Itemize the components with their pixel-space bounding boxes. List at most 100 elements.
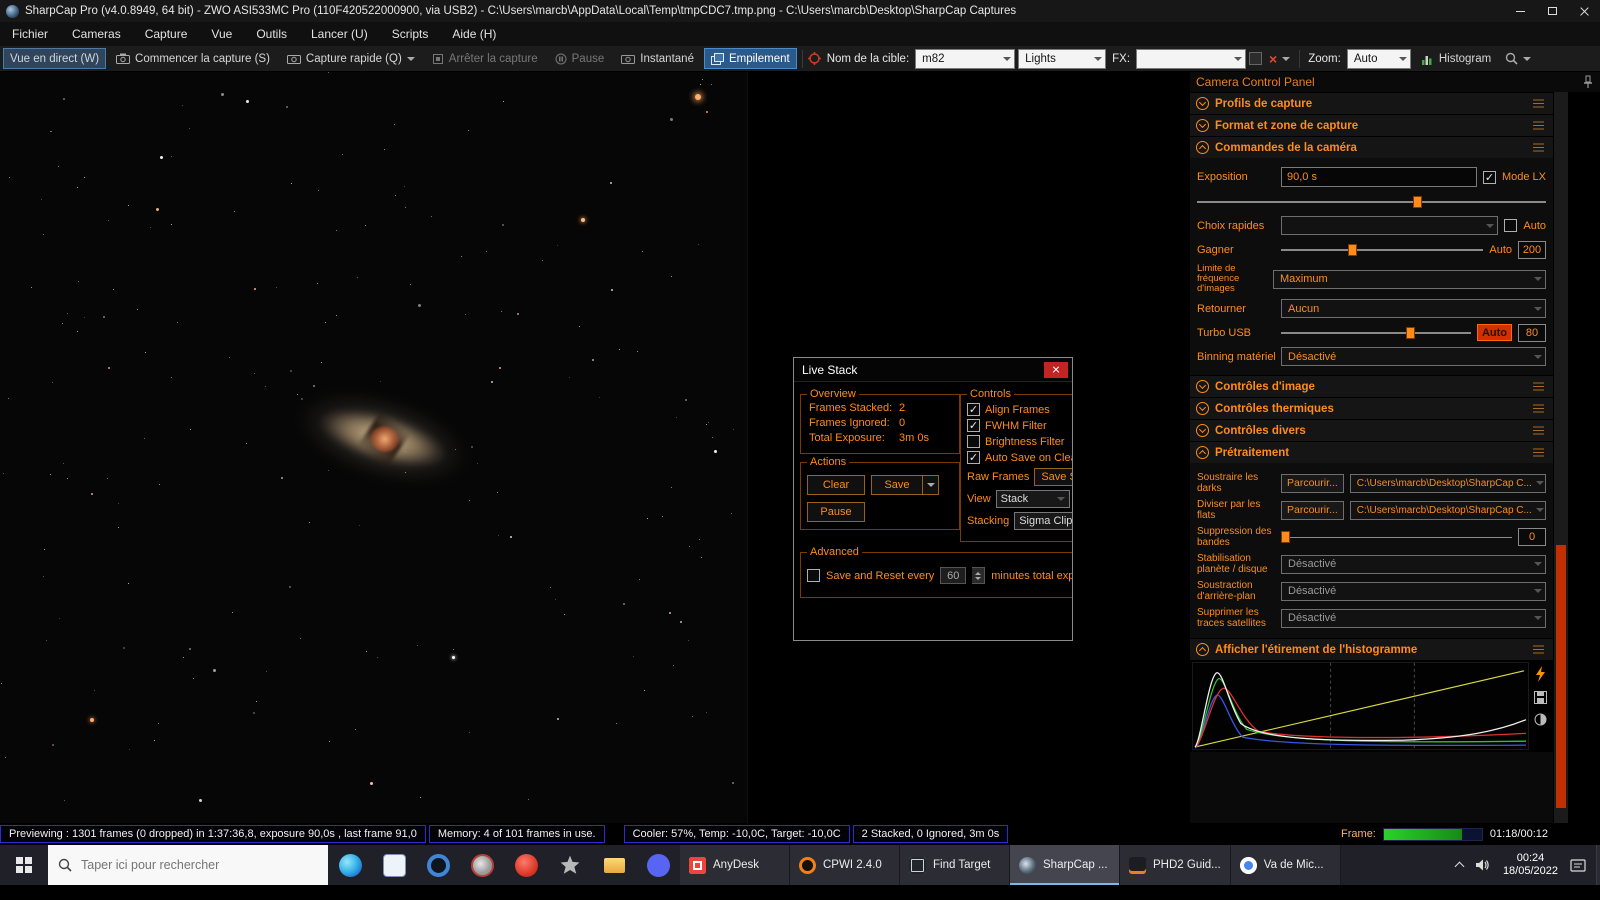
minutes-spinner[interactable]	[972, 567, 986, 584]
usb-auto-button[interactable]: Auto	[1476, 324, 1512, 341]
taskbar-clock[interactable]: 00:24 18/05/2022	[1503, 852, 1558, 878]
clear-button[interactable]: Clear	[807, 475, 865, 495]
exposure-input[interactable]: 90,0 s	[1281, 167, 1477, 187]
auto-stretch-icon[interactable]	[1535, 666, 1546, 682]
minimize-button[interactable]	[1504, 0, 1536, 22]
taskbar-app-edge[interactable]	[328, 845, 372, 885]
menu-icon[interactable]	[1533, 385, 1544, 388]
auto-save-checkbox[interactable]: ✓	[967, 451, 980, 464]
action-center-icon[interactable]	[1570, 858, 1586, 873]
stabilization-dropdown[interactable]: Désactivé	[1281, 554, 1546, 574]
binning-dropdown[interactable]: Désactivé	[1281, 347, 1546, 366]
selection-icon[interactable]	[1249, 52, 1263, 65]
lx-mode-checkbox[interactable]: ✓	[1482, 170, 1496, 184]
menu-icon[interactable]	[1533, 407, 1544, 410]
fx-combo[interactable]	[1136, 48, 1247, 69]
live-stack-titlebar[interactable]: Live Stack	[794, 358, 1072, 382]
dialog-close-button[interactable]	[1044, 361, 1068, 378]
taskbar-app-explorer[interactable]	[592, 845, 636, 885]
start-button[interactable]	[0, 845, 48, 885]
menu-fichier[interactable]: Fichier	[0, 22, 60, 46]
stacking-dropdown[interactable]: Sigma Clipp	[1014, 512, 1072, 530]
zoom-combo[interactable]: Auto	[1346, 48, 1411, 69]
satellite-trails-dropdown[interactable]: Désactivé	[1281, 608, 1546, 628]
save-options-caret[interactable]	[923, 475, 939, 495]
panel-scrollbar[interactable]	[1553, 92, 1568, 823]
pin-icon[interactable]	[1582, 75, 1594, 89]
fps-limit-dropdown[interactable]: Maximum	[1273, 269, 1546, 289]
taskbar-app-phd2[interactable]: PHD2 Guid...	[1120, 845, 1231, 885]
darks-path-dropdown[interactable]: C:\Users\marcb\Desktop\SharpCap C...	[1349, 473, 1546, 493]
save-raw-frames-button[interactable]: Save St	[1034, 468, 1072, 486]
target-name-combo[interactable]: m82	[915, 48, 1016, 69]
section-controles-divers[interactable]: Contrôles divers	[1190, 419, 1553, 441]
frame-type-combo[interactable]: Lights	[1018, 48, 1107, 69]
slider-thumb[interactable]	[1347, 243, 1357, 256]
banding-value[interactable]: 0	[1518, 528, 1546, 546]
live-view-button[interactable]: Vue en direct (W)	[3, 48, 107, 69]
menu-outils[interactable]: Outils	[244, 22, 299, 46]
histogram-button[interactable]: Histogram	[1414, 48, 1498, 69]
fwhm-filter-checkbox[interactable]: ✓	[967, 419, 980, 432]
pause-stack-button[interactable]: Pause	[807, 502, 865, 522]
gain-value[interactable]: 200	[1518, 240, 1546, 259]
taskbar-app-6[interactable]	[548, 845, 592, 885]
image-preview-area[interactable]: Live Stack Overview Frames Stacked: 2 Fra…	[0, 72, 1190, 823]
taskbar-search[interactable]	[48, 845, 328, 885]
exposure-slider[interactable]	[1197, 195, 1546, 209]
menu-icon[interactable]	[1533, 429, 1544, 432]
menu-capture[interactable]: Capture	[133, 22, 200, 46]
section-commandes-camera[interactable]: Commandes de la caméra	[1190, 136, 1553, 158]
save-button[interactable]: Save	[871, 475, 923, 495]
darks-browse-button[interactable]: Parcourir...	[1281, 473, 1344, 493]
section-format-zone[interactable]: Format et zone de capture	[1190, 114, 1553, 136]
section-controles-image[interactable]: Contrôles d'image	[1190, 375, 1553, 397]
flip-dropdown[interactable]: Aucun	[1281, 299, 1546, 318]
live-stack-button[interactable]: Empilement	[703, 48, 797, 69]
gain-slider[interactable]	[1281, 243, 1484, 257]
align-frames-checkbox[interactable]: ✓	[967, 403, 980, 416]
usb-slider[interactable]	[1281, 326, 1471, 340]
menu-lancer[interactable]: Lancer (U)	[299, 22, 380, 46]
taskbar-app-sharpcap[interactable]: SharpCap ...	[1010, 845, 1120, 885]
chevron-down-icon[interactable]	[406, 56, 415, 61]
minutes-input[interactable]	[940, 567, 967, 584]
section-pretraitement[interactable]: Prétraitement	[1190, 441, 1553, 463]
save-reset-checkbox[interactable]	[807, 569, 820, 582]
taskbar-app-discord[interactable]	[636, 845, 680, 885]
taskbar-app-5[interactable]	[504, 845, 548, 885]
menu-aide[interactable]: Aide (H)	[440, 22, 508, 46]
slider-thumb[interactable]	[1413, 195, 1423, 208]
menu-icon[interactable]	[1533, 648, 1544, 651]
clear-fx-button[interactable]: ×	[1265, 48, 1294, 69]
taskbar-app-2[interactable]	[372, 845, 416, 885]
banding-slider[interactable]	[1281, 530, 1512, 544]
zoom-tools-button[interactable]	[1501, 48, 1535, 69]
taskbar-app-chrome-tab[interactable]: Va de Mic...	[1230, 845, 1341, 885]
section-controles-thermiques[interactable]: Contrôles thermiques	[1190, 397, 1553, 419]
menu-cameras[interactable]: Cameras	[60, 22, 133, 46]
menu-icon[interactable]	[1533, 124, 1544, 127]
section-profils-de-capture[interactable]: Profils de capture	[1190, 92, 1553, 114]
section-histogramme[interactable]: Afficher l'étirement de l'histogramme	[1190, 638, 1553, 660]
slider-thumb[interactable]	[1406, 326, 1416, 339]
background-subtract-dropdown[interactable]: Désactivé	[1281, 581, 1546, 601]
slider-thumb[interactable]	[1281, 531, 1290, 543]
taskbar-app-anydesk[interactable]: AnyDesk	[680, 845, 790, 885]
flats-path-dropdown[interactable]: C:\Users\marcb\Desktop\SharpCap C...	[1349, 500, 1546, 520]
search-input[interactable]	[81, 858, 301, 872]
brightness-filter-checkbox[interactable]	[967, 435, 980, 448]
close-button[interactable]	[1568, 0, 1600, 22]
snapshot-button[interactable]: Instantané	[614, 48, 701, 69]
contrast-icon[interactable]	[1534, 713, 1547, 726]
volume-icon[interactable]	[1475, 858, 1491, 872]
gain-auto-button[interactable]: Auto	[1489, 244, 1512, 256]
maximize-button[interactable]	[1536, 0, 1568, 22]
histogram-canvas[interactable]	[1192, 662, 1529, 750]
stop-capture-button[interactable]: Arrêter la capture	[425, 48, 545, 69]
menu-scripts[interactable]: Scripts	[380, 22, 441, 46]
menu-vue[interactable]: Vue	[199, 22, 244, 46]
view-dropdown[interactable]: Stack	[995, 490, 1070, 508]
scrollbar-thumb[interactable]	[1556, 545, 1566, 809]
quick-capture-button[interactable]: Capture rapide (Q)	[280, 48, 422, 69]
